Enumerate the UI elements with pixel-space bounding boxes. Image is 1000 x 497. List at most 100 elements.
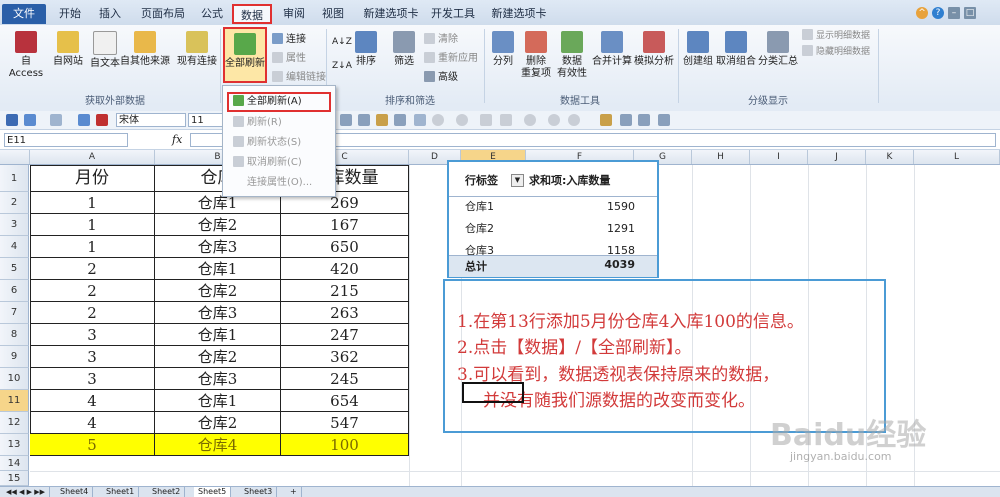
tab-file[interactable]: 文件 [2, 4, 46, 24]
pivot-value-header[interactable]: 求和项:入库数量 [529, 172, 610, 188]
hide-detail-button[interactable]: 隐藏明细数据 [802, 45, 870, 59]
remove-duplicates-button[interactable]: 删除 重复项 [520, 31, 552, 80]
sort-tool-icon[interactable] [376, 114, 388, 126]
column-header[interactable]: I [750, 150, 808, 164]
table-cell-highlighted[interactable]: 5 [30, 434, 155, 456]
table-cell[interactable]: 547 [281, 412, 409, 434]
tab-new-1[interactable]: 新建选项卡 [356, 4, 426, 24]
table-cell[interactable]: 650 [281, 236, 409, 258]
help-icon[interactable]: ? [932, 7, 944, 19]
table-cell[interactable]: 362 [281, 346, 409, 368]
row-header[interactable]: 5 [0, 258, 29, 280]
undo-icon[interactable] [24, 114, 36, 126]
ungroup-button[interactable]: 取消组合 [716, 31, 756, 68]
column-header[interactable]: K [866, 150, 914, 164]
shape-icon[interactable] [432, 114, 444, 126]
table-cell[interactable]: 2 [30, 302, 155, 324]
row-header[interactable]: 9 [0, 346, 29, 368]
shape-icon[interactable] [568, 114, 580, 126]
shape-icon[interactable] [500, 114, 512, 126]
subtotal-button[interactable]: 分类汇总 [758, 31, 798, 68]
row-header[interactable]: 13 [0, 434, 29, 456]
table-cell[interactable]: 1 [30, 236, 155, 258]
menu-item-cancel-refresh[interactable]: 取消刷新(C) [227, 154, 331, 172]
table-cell[interactable]: 仓库2 [155, 346, 281, 368]
advanced-filter-button[interactable]: 高级 [424, 71, 458, 85]
what-if-analysis-button[interactable]: 模拟分析 [634, 31, 674, 68]
table-cell[interactable]: 1 [30, 214, 155, 236]
from-text-button[interactable]: 自文本 [87, 31, 123, 70]
menu-item-connection-properties[interactable]: 连接属性(O)... [227, 174, 331, 192]
table-cell[interactable]: 3 [30, 346, 155, 368]
table-cell[interactable]: 仓库1 [155, 324, 281, 346]
table-cell[interactable]: 4 [30, 412, 155, 434]
row-header[interactable]: 11 [0, 390, 29, 412]
table-cell[interactable]: 仓库3 [155, 302, 281, 324]
pivot-row-label-header[interactable]: 行标签 [465, 172, 498, 188]
table-cell[interactable]: 247 [281, 324, 409, 346]
shape-icon[interactable] [456, 114, 468, 126]
table-icon[interactable] [638, 114, 650, 126]
menu-item-refresh-all[interactable]: 全部刷新(A) [227, 92, 331, 112]
table-cell[interactable]: 2 [30, 280, 155, 302]
window-minimize-icon[interactable]: – [948, 7, 960, 19]
table-cell-highlighted[interactable]: 仓库4 [155, 434, 281, 456]
clear-filter-button[interactable]: 清除 [424, 33, 458, 47]
table-cell[interactable]: 654 [281, 390, 409, 412]
brush-icon[interactable] [600, 114, 612, 126]
pivot-value[interactable]: 1590 [579, 196, 635, 218]
save-icon[interactable] [6, 114, 18, 126]
table-cell[interactable]: 3 [30, 368, 155, 390]
table-cell[interactable]: 仓库1 [155, 390, 281, 412]
table-icon[interactable] [620, 114, 632, 126]
connections-button[interactable]: 连接 [272, 33, 306, 47]
row-header[interactable]: 7 [0, 302, 29, 324]
function-icon[interactable]: fx [172, 133, 182, 146]
edit-links-button[interactable]: 编辑链接 [272, 71, 326, 85]
redo-icon[interactable] [50, 114, 62, 126]
text-to-columns-button[interactable]: 分列 [490, 31, 516, 68]
consolidate-button[interactable]: 合并计算 [592, 31, 632, 68]
tab-insert[interactable]: 插入 [92, 4, 128, 24]
sort-button[interactable]: 排序 [352, 31, 380, 68]
row-header[interactable]: 15 [0, 471, 29, 486]
table-cell[interactable]: 1 [30, 192, 155, 214]
show-detail-button[interactable]: 显示明细数据 [802, 29, 870, 43]
row-header[interactable]: 3 [0, 214, 29, 236]
group-button[interactable]: 创建组 [682, 31, 714, 68]
table-cell[interactable]: 167 [281, 214, 409, 236]
row-header[interactable]: 14 [0, 456, 29, 471]
row-header[interactable]: 1 [0, 165, 29, 192]
table-cell[interactable]: 仓库2 [155, 280, 281, 302]
table-cell[interactable]: 245 [281, 368, 409, 390]
table-cell[interactable]: 420 [281, 258, 409, 280]
tab-developer[interactable]: 开发工具 [428, 4, 478, 24]
table-cell[interactable]: 215 [281, 280, 409, 302]
table-cell[interactable]: 仓库2 [155, 214, 281, 236]
pivot-total-value[interactable]: 4039 [579, 258, 635, 271]
sum-icon[interactable] [358, 114, 370, 126]
sort-za-button[interactable]: Z↓A [332, 59, 352, 73]
data-validation-button[interactable]: 数据 有效性 [556, 31, 588, 80]
table-cell[interactable]: 仓库3 [155, 368, 281, 390]
merge-icon[interactable] [340, 114, 352, 126]
table-cell[interactable]: 2 [30, 258, 155, 280]
shape-icon[interactable] [524, 114, 536, 126]
table-cell[interactable]: 3 [30, 324, 155, 346]
properties-button[interactable]: 属性 [272, 52, 306, 66]
row-header[interactable]: 8 [0, 324, 29, 346]
shape-icon[interactable] [480, 114, 492, 126]
tab-page-layout[interactable]: 页面布局 [135, 4, 191, 24]
row-header[interactable]: 12 [0, 412, 29, 434]
filter-tool-icon[interactable] [394, 114, 406, 126]
row-header[interactable]: 6 [0, 280, 29, 302]
table-cell[interactable]: 仓库3 [155, 236, 281, 258]
tab-view[interactable]: 视图 [315, 4, 351, 24]
format-painter-icon[interactable] [78, 114, 90, 126]
filter-dropdown-icon[interactable]: ▼ [511, 174, 524, 187]
column-header[interactable]: A [30, 150, 155, 164]
reapply-button[interactable]: 重新应用 [424, 52, 478, 66]
tab-data[interactable]: 数据 [232, 4, 272, 24]
tab-review[interactable]: 审阅 [276, 4, 312, 24]
existing-connections-button[interactable]: 现有连接 [175, 31, 219, 68]
